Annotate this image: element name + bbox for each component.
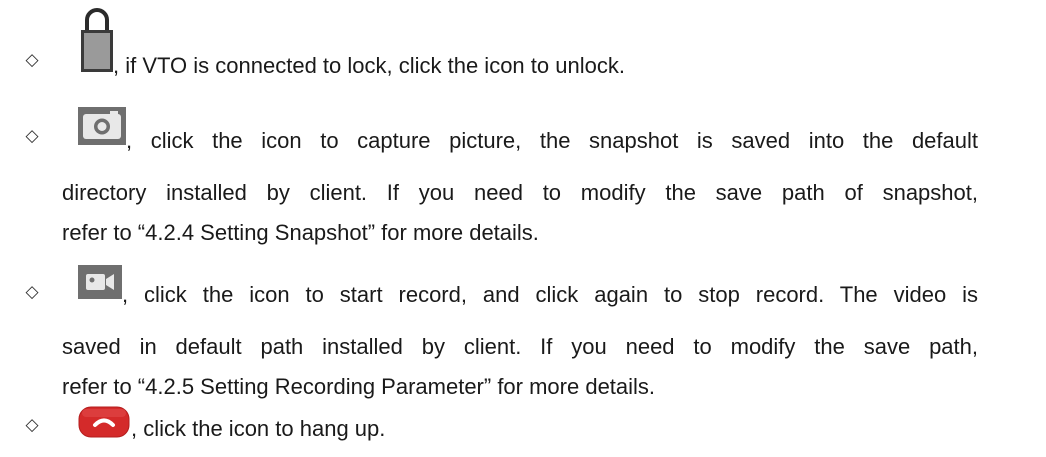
item-text-line: , if VTO is connected to lock, click the… [113, 53, 625, 78]
diamond-bullet: ◇ [25, 126, 39, 146]
item-text-line: , click the icon to hang up. [131, 416, 386, 441]
item-text-line: refer to “4.2.4 Setting Snapshot” for mo… [62, 220, 539, 245]
item-text-line: directory installed by client. If you ne… [62, 180, 978, 205]
item-text-line: saved in default path installed by clien… [62, 334, 978, 359]
item-text-line: , click the icon to capture picture, the… [126, 128, 978, 153]
diamond-bullet: ◇ [25, 282, 39, 302]
item-text-line: refer to “4.2.5 Setting Recording Parame… [62, 374, 656, 399]
lock-icon [80, 4, 114, 79]
hang-up-icon [78, 406, 130, 443]
diamond-bullet: ◇ [25, 50, 39, 70]
item-text-line: , click the icon to start record, and cl… [122, 282, 978, 307]
video-record-icon [78, 265, 122, 304]
diamond-bullet: ◇ [25, 415, 39, 435]
camera-icon [78, 107, 126, 150]
